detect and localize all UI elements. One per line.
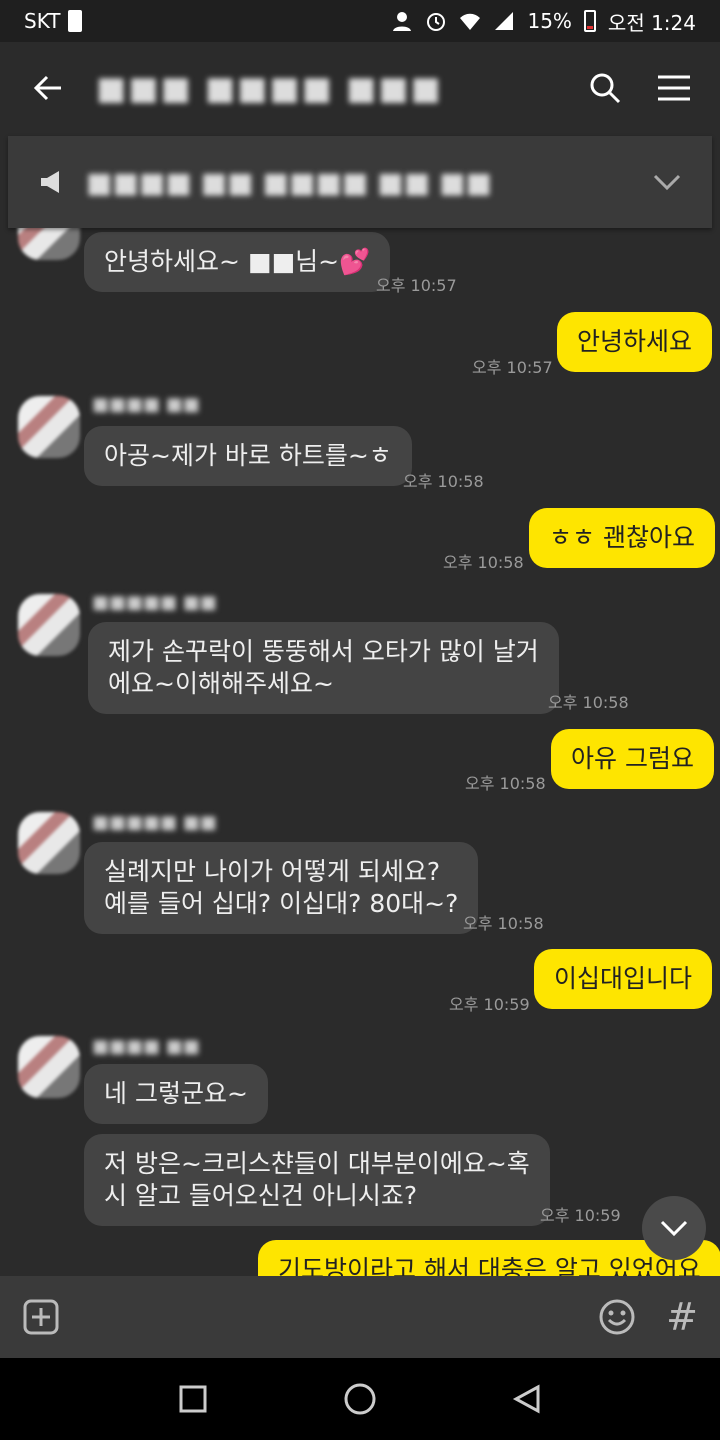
message-bubble[interactable]: 아유 그럼요 xyxy=(551,729,714,789)
message-bubble[interactable]: ㅎㅎ 괜찮아요 xyxy=(529,508,715,568)
back-nav-icon[interactable] xyxy=(512,1384,542,1414)
user-icon xyxy=(393,12,412,31)
battery-fill xyxy=(586,26,593,29)
wifi-icon xyxy=(460,13,481,30)
message-line: 제가 손꾸락이 뚱뚱해서 오타가 많이 날거 xyxy=(108,637,539,666)
hash-icon[interactable]: # xyxy=(666,1295,698,1339)
avatar xyxy=(18,594,80,656)
chat-header: ■■■ ■■■■ ■■■ xyxy=(0,42,720,134)
message-time: 오후 10:58 xyxy=(463,914,544,933)
arrow-left-icon xyxy=(33,75,61,101)
message-time: 오후 10:59 xyxy=(449,995,530,1014)
message-bubble[interactable]: 이십대입니다 xyxy=(534,949,713,1009)
scroll-to-bottom-button[interactable] xyxy=(642,1196,706,1260)
clock: 오전 1:24 xyxy=(607,10,696,35)
message-line: 예를 들어 십대? 이십대? 80대~? xyxy=(104,889,459,918)
message-time: 오후 10:58 xyxy=(403,472,484,491)
sender-name: ■■■■ ■■ xyxy=(92,394,200,415)
system-nav-bar xyxy=(0,1358,720,1440)
status-bar: SKT 15% 오전 1:24 xyxy=(0,0,720,42)
message-bubble[interactable]: 제가 손꾸락이 뚱뚱해서 오타가 많이 날거 에요~이해해주세요~ xyxy=(88,622,559,714)
search-icon[interactable] xyxy=(588,71,622,105)
message-line: 시 알고 들어오신건 아니시죠? xyxy=(104,1181,418,1210)
back-button[interactable] xyxy=(0,42,96,134)
message-line: 실례지만 나이가 어떻게 되세요? xyxy=(104,857,441,886)
avatar xyxy=(18,396,80,458)
smiley-icon[interactable] xyxy=(598,1298,636,1336)
message-time: 오후 10:58 xyxy=(465,774,546,793)
hamburger-menu-icon[interactable] xyxy=(656,71,692,105)
message-bubble[interactable]: 안녕하세요~ ■■님~💕 xyxy=(84,232,391,292)
message-bubble[interactable]: 네 그렇군요~ xyxy=(84,1064,268,1124)
chat-title: ■■■ ■■■■ ■■■ xyxy=(96,69,443,107)
megaphone-icon xyxy=(41,171,59,193)
alarm-icon xyxy=(427,13,446,31)
message-bubble[interactable]: 실례지만 나이가 어떻게 되세요? 예를 들어 십대? 이십대? 80대~? xyxy=(84,842,479,934)
chevron-down-icon[interactable] xyxy=(652,173,682,191)
input-bar: # xyxy=(0,1276,720,1358)
chevron-down-icon xyxy=(660,1220,688,1237)
avatar xyxy=(18,228,80,260)
message-time: 오후 10:57 xyxy=(472,358,553,377)
plus-square-icon[interactable] xyxy=(22,1298,60,1336)
carrier-label: SKT xyxy=(24,9,61,33)
signal-icon xyxy=(495,12,514,30)
message-time: 오후 10:58 xyxy=(548,693,629,712)
sender-name: ■■■■ ■■ xyxy=(92,1036,200,1057)
avatar xyxy=(18,812,80,874)
notice-text: ■■■■ ■■ ■■■■ ■■ ■■ xyxy=(86,165,492,199)
message-bubble[interactable]: 아공~제가 바로 하트를~ㅎ xyxy=(84,426,412,486)
message-bubble[interactable]: 안녕하세요 xyxy=(557,312,713,372)
heart-emoji: 💕 xyxy=(339,247,371,276)
message-bubble[interactable]: 저 방은~크리스챤들이 대부분이에요~혹 시 알고 들어오신건 아니시죠? xyxy=(84,1134,550,1226)
battery-percent: 15% xyxy=(527,9,572,33)
message-line: 저 방은~크리스챤들이 대부분이에요~혹 xyxy=(104,1149,530,1178)
message-line: 에요~이해해주세요~ xyxy=(108,669,334,698)
sender-name: ■■■■■ ■■ xyxy=(92,812,217,833)
battery-icon xyxy=(583,10,596,32)
notification-icon xyxy=(68,10,83,32)
home-icon[interactable] xyxy=(343,1382,377,1416)
avatar xyxy=(18,1036,80,1098)
message-time: 오후 10:57 xyxy=(376,276,457,295)
message-time: 오후 10:59 xyxy=(540,1206,621,1225)
recent-apps-icon[interactable] xyxy=(178,1384,208,1414)
sender-name: ■■■■■ ■■ xyxy=(92,592,217,613)
notice-banner[interactable]: ■■■■ ■■ ■■■■ ■■ ■■ xyxy=(8,136,712,228)
message-list[interactable]: 안녕하세요~ ■■님~💕 오후 10:57 안녕하세요 오후 10:57 ■■■… xyxy=(0,228,720,1276)
message-text: 안녕하세요~ ■■님~ xyxy=(104,247,340,276)
message-time: 오후 10:58 xyxy=(443,553,524,572)
